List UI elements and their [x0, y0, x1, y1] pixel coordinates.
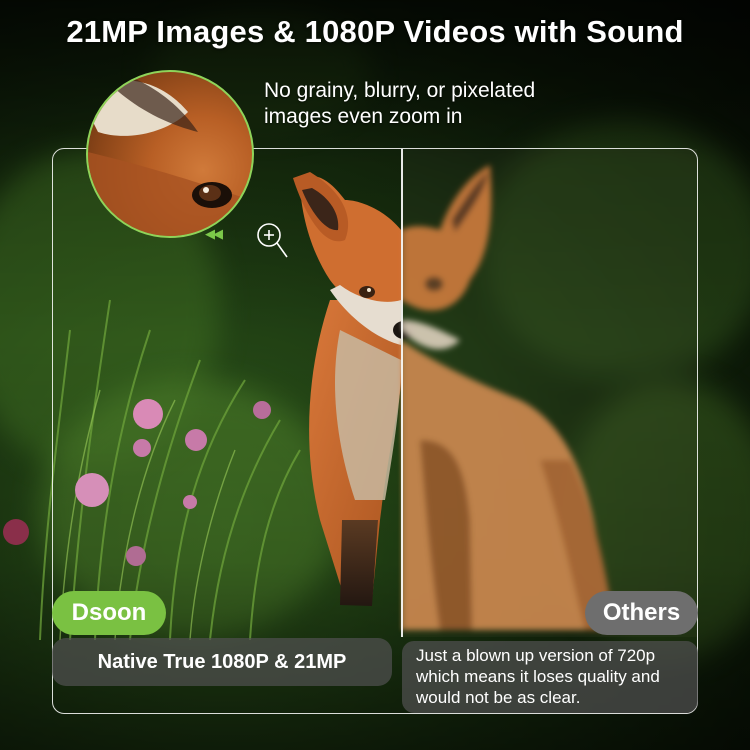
zoom-detail-circle: [86, 70, 254, 238]
blur-overlay: [402, 149, 697, 637]
clover-flowers: [3, 399, 271, 566]
dsoon-caption: Native True 1080P & 21MP: [52, 638, 392, 686]
subline-line: No grainy, blurry, or pixelated: [264, 79, 536, 102]
dsoon-label: Dsoon: [52, 591, 166, 635]
others-caption-line: would not be as clear.: [416, 688, 581, 707]
grass-strands: [39, 299, 301, 641]
others-caption-line: Just a blown up version of 720p: [416, 646, 656, 665]
subline: No grainy, blurry, or pixelated images e…: [264, 78, 664, 130]
product-comparison-banner: 21MP Images & 1080P Videos with Sound No…: [0, 0, 750, 750]
subline-line: images even zoom in: [264, 105, 463, 128]
double-chevron-left-icon: ◀◀: [205, 226, 223, 241]
others-label: Others: [585, 591, 698, 635]
magnifier-plus-icon: [257, 223, 288, 258]
fox-eye-closeup: [88, 72, 252, 236]
comparison-divider: [401, 149, 403, 637]
others-caption-line: which means it loses quality and: [416, 667, 660, 686]
headline: 21MP Images & 1080P Videos with Sound: [66, 14, 684, 49]
others-caption: Just a blown up version of 720p which me…: [402, 641, 698, 713]
fox-sharp-half: [293, 172, 415, 606]
